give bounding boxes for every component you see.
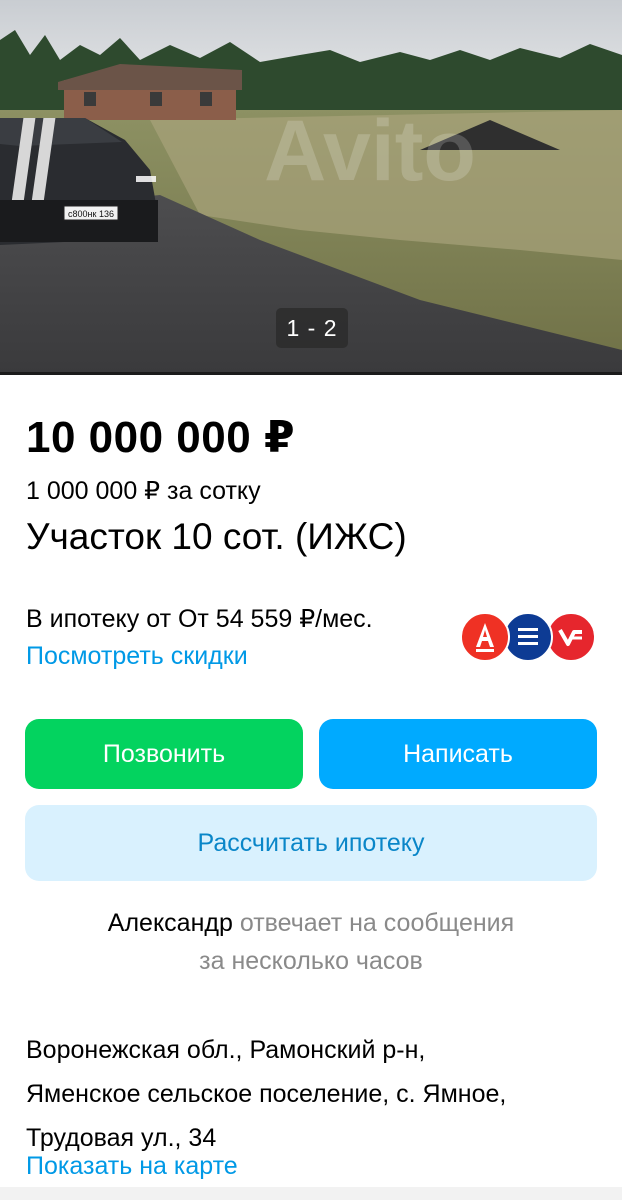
gazprombank-icon	[503, 612, 553, 662]
mortgage-offer: В ипотеку от От 54 559 ₽/мес.	[26, 605, 373, 633]
plate-text: с800нк 136	[68, 209, 114, 219]
photo-gallery[interactable]: с800нк 136 Avito 1 - 2	[0, 0, 622, 375]
calculate-mortgage-button[interactable]: Рассчитать ипотеку	[25, 805, 597, 881]
call-button[interactable]: Позвонить	[25, 719, 303, 789]
vtb-icon	[546, 612, 596, 662]
watermark: Avito	[264, 103, 476, 199]
write-message-button[interactable]: Написать	[319, 719, 597, 789]
photo-divider	[0, 372, 622, 375]
show-on-map-link[interactable]: Показать на карте	[26, 1152, 238, 1181]
alfa-bank-icon	[460, 612, 510, 662]
price-per-unit: 1 000 000 ₽ за сотку	[26, 477, 261, 505]
seller-response-line-1: Александр отвечает на сообщения	[0, 904, 622, 942]
address-line-1: Воронежская обл., Рамонский р-н,	[26, 1036, 426, 1064]
view-discounts-link[interactable]: Посмотреть скидки	[26, 642, 248, 671]
seller-name: Александр	[107, 909, 233, 937]
address: Воронежская обл., Рамонский р-н, Яменско…	[26, 1028, 606, 1160]
address-line-2: Яменское сельское поселение, с. Ямное,	[26, 1080, 507, 1108]
seller-response-time: за несколько часов	[199, 947, 423, 975]
bank-logos[interactable]	[460, 612, 596, 662]
seller-response-text: отвечает на сообщения	[239, 909, 515, 937]
listing-title: Участок 10 сот. (ИЖС)	[26, 516, 407, 557]
price: 10 000 000 ₽	[26, 413, 296, 462]
seller-response-info: Александр отвечает на сообщения за неско…	[0, 904, 622, 980]
bottom-divider	[0, 1187, 622, 1200]
photo-counter: 1 - 2	[276, 308, 348, 348]
